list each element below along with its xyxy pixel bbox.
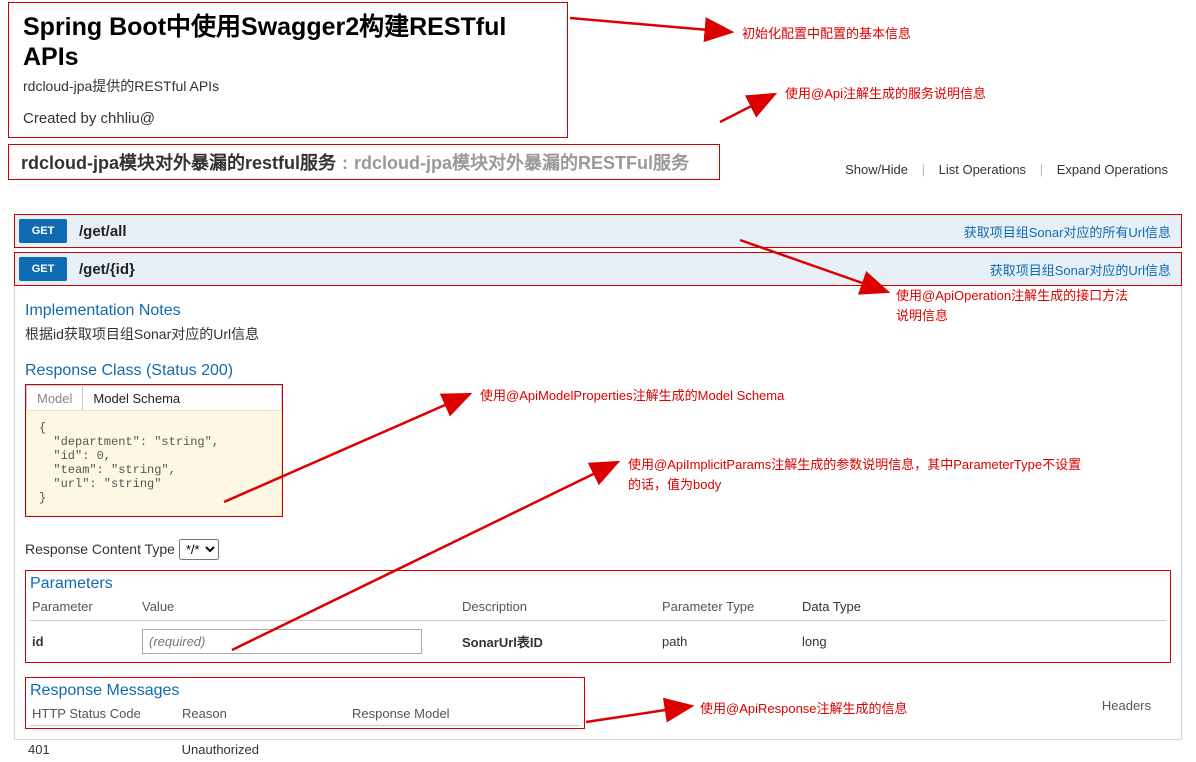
model-schema-box: Model Model Schema { "department": "stri… bbox=[25, 384, 283, 517]
endpoint-row[interactable]: GET /get/all 获取项目组Sonar对应的所有Url信息 bbox=[14, 214, 1182, 248]
http-method-badge: GET bbox=[19, 257, 67, 281]
tab-model-schema[interactable]: Model Schema bbox=[82, 386, 190, 411]
response-messages-title: Response Messages bbox=[30, 682, 580, 700]
col-parameter-type: Parameter Type bbox=[660, 595, 800, 621]
separator: | bbox=[1040, 162, 1043, 177]
annotation-api-operation: 使用@ApiOperation注解生成的接口方法 说明信息 bbox=[896, 286, 1128, 325]
response-content-type-row: Response Content Type */* bbox=[25, 539, 1171, 560]
annotation-basic-config: 初始化配置中配置的基本信息 bbox=[742, 24, 911, 44]
endpoint-path: /get/all bbox=[79, 223, 964, 240]
api-tag-name: rdcloud-jpa模块对外暴漏的restful服务 bbox=[21, 149, 336, 175]
http-method-badge: GET bbox=[19, 219, 67, 243]
col-response-model: Response Model bbox=[350, 702, 580, 726]
api-info-header: Spring Boot中使用Swagger2构建RESTful APIs rdc… bbox=[8, 2, 568, 138]
operation-detail-panel: Implementation Notes 根据id获取项目组Sonar对应的Ur… bbox=[14, 286, 1182, 740]
col-reason: Reason bbox=[180, 702, 350, 726]
parameters-title: Parameters bbox=[30, 575, 1166, 593]
col-parameter: Parameter bbox=[30, 595, 140, 621]
api-created-by: Created by chhliu@ bbox=[23, 110, 553, 127]
col-headers: Headers bbox=[1102, 698, 1151, 713]
status-code: 401 bbox=[28, 742, 178, 757]
api-tag-desc: rdcloud-jpa模块对外暴漏的RESTFul服务 bbox=[354, 149, 689, 175]
annotation-api: 使用@Api注解生成的服务说明信息 bbox=[785, 84, 986, 104]
param-datatype: long bbox=[800, 621, 1166, 657]
endpoint-row[interactable]: GET /get/{id} 获取项目组Sonar对应的Url信息 bbox=[14, 252, 1182, 286]
list-operations-link[interactable]: List Operations bbox=[929, 162, 1036, 177]
annotation-api-model: 使用@ApiModelProperties注解生成的Model Schema bbox=[480, 386, 784, 406]
api-description: rdcloud-jpa提供的RESTful APIs bbox=[23, 76, 553, 96]
response-messages-table: HTTP Status Code Reason Response Model bbox=[30, 702, 580, 726]
api-title: Spring Boot中使用Swagger2构建RESTful APIs bbox=[23, 7, 553, 72]
status-reason: Unauthorized bbox=[182, 742, 259, 757]
param-type: path bbox=[660, 621, 800, 657]
col-http-status: HTTP Status Code bbox=[30, 702, 180, 726]
param-value-input[interactable] bbox=[142, 629, 422, 654]
table-row: 401 Unauthorized bbox=[28, 742, 1196, 757]
api-tag-sep: : bbox=[342, 153, 348, 174]
model-tabs: Model Model Schema bbox=[26, 385, 282, 411]
annotation-api-implicit-params: 使用@ApiImplicitParams注解生成的参数说明信息，其中Parame… bbox=[628, 455, 1188, 494]
expand-operations-link[interactable]: Expand Operations bbox=[1047, 162, 1178, 177]
model-schema-json[interactable]: { "department": "string", "id": 0, "team… bbox=[26, 410, 282, 516]
annotation-api-response: 使用@ApiResponse注解生成的信息 bbox=[700, 699, 908, 719]
response-content-type-select[interactable]: */* bbox=[179, 539, 219, 560]
param-description: SonarUrl表ID bbox=[460, 621, 660, 657]
operations-links: Show/Hide | List Operations | Expand Ope… bbox=[835, 162, 1178, 177]
api-tag-row[interactable]: rdcloud-jpa模块对外暴漏的restful服务 : rdcloud-jp… bbox=[8, 144, 720, 180]
parameters-table: Parameter Value Description Parameter Ty… bbox=[30, 595, 1166, 656]
separator: | bbox=[922, 162, 925, 177]
response-messages-section: Response Messages HTTP Status Code Reaso… bbox=[25, 677, 585, 729]
param-name: id bbox=[30, 621, 140, 657]
endpoint-summary: 获取项目组Sonar对应的所有Url信息 bbox=[964, 222, 1177, 241]
implementation-notes-text: 根据id获取项目组Sonar对应的Url信息 bbox=[25, 324, 1171, 344]
tab-model[interactable]: Model bbox=[27, 386, 82, 411]
table-row: id SonarUrl表ID path long bbox=[30, 621, 1166, 657]
show-hide-link[interactable]: Show/Hide bbox=[835, 162, 918, 177]
col-description: Description bbox=[460, 595, 660, 621]
col-value: Value bbox=[140, 595, 460, 621]
endpoint-summary: 获取项目组Sonar对应的Url信息 bbox=[990, 260, 1177, 279]
endpoint-path: /get/{id} bbox=[79, 261, 990, 278]
response-content-type-label: Response Content Type bbox=[25, 541, 175, 557]
parameters-section: Parameters Parameter Value Description P… bbox=[25, 570, 1171, 663]
response-class-title: Response Class (Status 200) bbox=[25, 362, 1171, 380]
col-data-type: Data Type bbox=[800, 595, 1166, 621]
